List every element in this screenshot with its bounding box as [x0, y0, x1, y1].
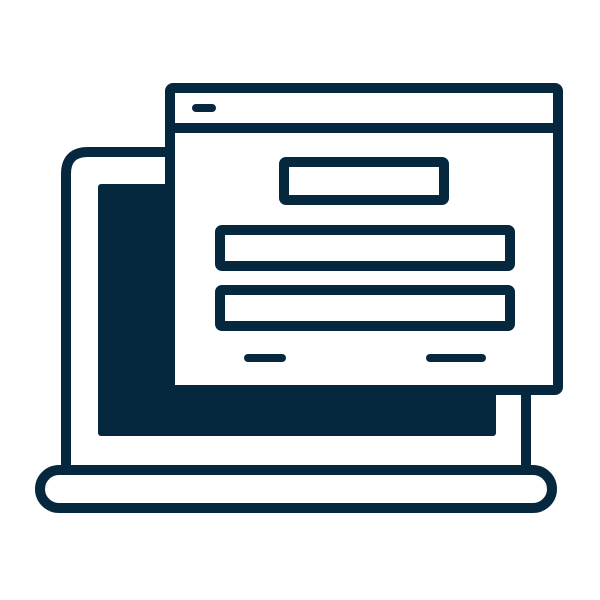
login-window-icon	[165, 83, 563, 395]
illustration-canvas	[0, 0, 600, 600]
login-title-box	[279, 157, 449, 205]
password-field-shape	[215, 285, 515, 331]
laptop-base	[35, 465, 557, 513]
username-field-shape	[215, 225, 515, 271]
laptop-login-illustration	[35, 83, 563, 513]
